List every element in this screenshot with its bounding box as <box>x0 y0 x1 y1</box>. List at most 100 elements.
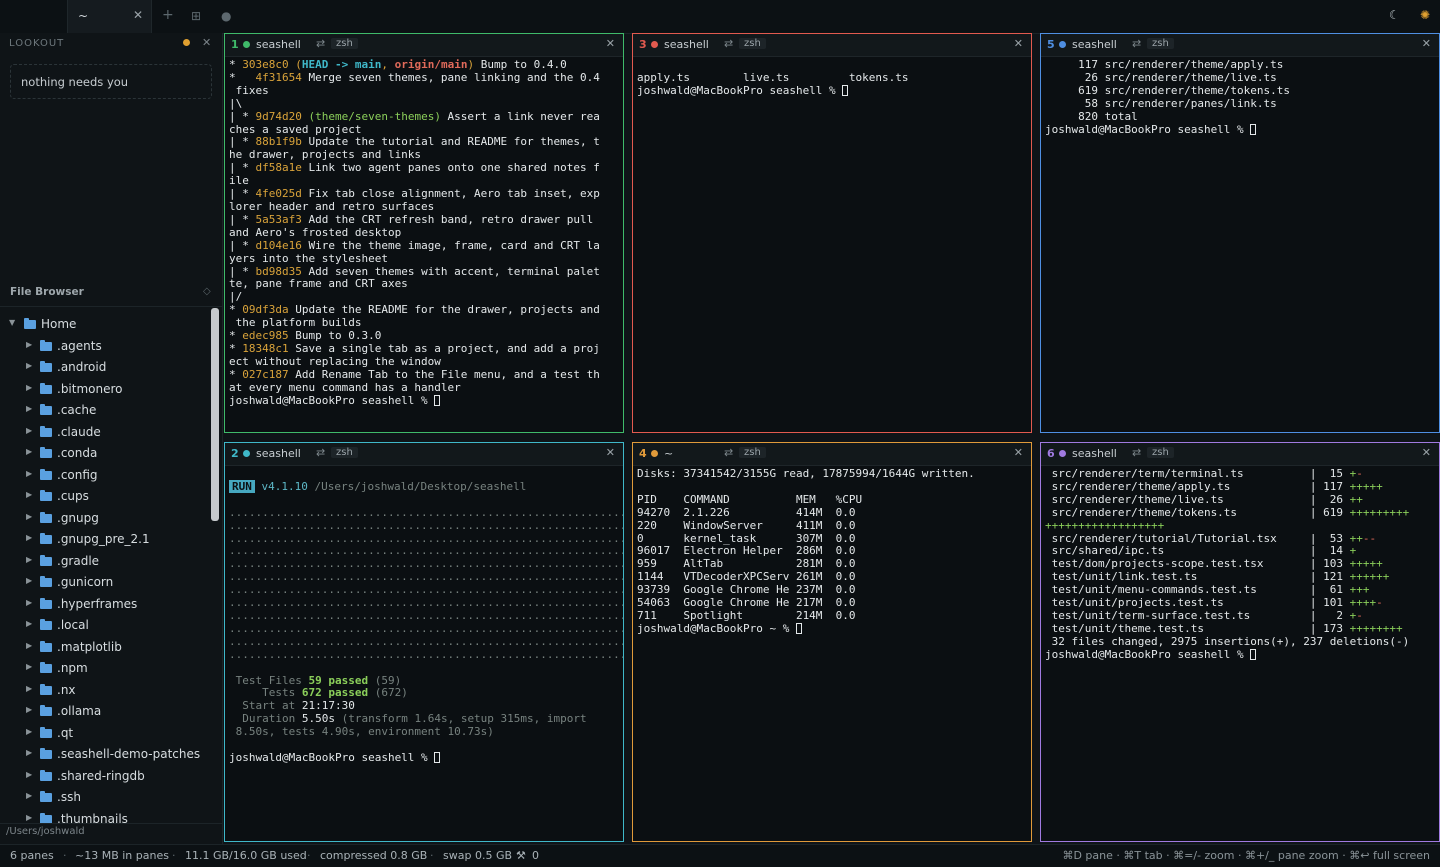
sun-icon[interactable]: ✺ <box>1420 8 1430 22</box>
chevron-right-icon[interactable]: ▶ <box>26 619 32 628</box>
commit-hash: 09df3da <box>242 303 289 317</box>
new-tab-icon[interactable]: + <box>162 7 174 23</box>
commit-hash: 303e8c0 <box>242 58 289 71</box>
terminal-output[interactable]: apply.ts live.ts tokens.ts joshwald@MacB… <box>637 71 1027 98</box>
terminal-output[interactable]: Disks: 37341542/3155G read, 17875994/164… <box>637 467 1027 636</box>
tree-item[interactable]: ▶ .nx <box>0 680 210 702</box>
chevron-right-icon[interactable]: ▶ <box>26 426 32 435</box>
terminal-pane-2[interactable]: 2 seashell ⇄ zsh ✕ RUN v4.1.10 /Users/jo… <box>224 442 624 842</box>
chevron-right-icon[interactable]: ▶ <box>26 727 32 736</box>
close-pane-icon[interactable]: ✕ <box>1014 37 1023 50</box>
terminal-output[interactable]: 117 src/renderer/theme/apply.ts 26 src/r… <box>1045 58 1435 136</box>
tree-item[interactable]: ▶ .gnupg_pre_2.1 <box>0 529 210 551</box>
diffstat-plus: +++++++++ <box>1349 505 1410 519</box>
chevron-right-icon[interactable]: ▶ <box>26 361 32 370</box>
terminal-output[interactable]: RUN v4.1.10 /Users/joshwald/Desktop/seas… <box>229 468 623 765</box>
tree-item[interactable]: ▶ .shared-ringdb <box>0 766 210 788</box>
terminal-pane-3[interactable]: 3 seashell ⇄ zsh ✕ apply.ts live.ts toke… <box>632 33 1032 433</box>
diffstat-plus: +++++ <box>1349 557 1383 571</box>
tree-item[interactable]: ▶ .config <box>0 465 210 487</box>
moon-icon[interactable]: ☾ <box>1389 8 1400 22</box>
tree-item-home[interactable]: ▼ Home <box>0 314 210 336</box>
close-pane-icon[interactable]: ✕ <box>606 446 615 459</box>
tree-item[interactable]: ▶ .agents <box>0 336 210 358</box>
chevron-right-icon[interactable]: ▶ <box>26 598 32 607</box>
chevron-right-icon[interactable]: ▶ <box>26 770 32 779</box>
terminal-pane-5[interactable]: 5 seashell ⇄ zsh ✕ 117 src/renderer/them… <box>1040 33 1440 433</box>
chevron-right-icon[interactable]: ▶ <box>26 813 32 822</box>
close-tab-icon[interactable]: ✕ <box>133 8 143 22</box>
progress-dots: ........................................… <box>229 570 624 584</box>
chevron-right-icon[interactable]: ▶ <box>26 533 32 542</box>
chevron-right-icon[interactable]: ▶ <box>26 576 32 585</box>
close-pane-icon[interactable]: ✕ <box>1422 37 1431 50</box>
tree-item[interactable]: ▶ .qt <box>0 723 210 745</box>
tree-item[interactable]: ▶ .conda <box>0 443 210 465</box>
swap-usage: swap 0.5 GB <box>443 849 513 862</box>
terminal-pane-6[interactable]: 6 seashell ⇄ zsh ✕ src/renderer/term/ter… <box>1040 442 1440 842</box>
test-extra: (59) <box>374 673 402 687</box>
diffstat-minus: -- <box>1362 531 1377 545</box>
close-lookout-icon[interactable]: ✕ <box>202 36 211 49</box>
grid-icon[interactable]: ⊞ <box>191 9 201 23</box>
swap-icon[interactable]: ⇄ <box>1132 446 1141 459</box>
terminal-pane-4[interactable]: 4 ~ ⇄ zsh ✕ Disks: 37341542/3155G read, … <box>632 442 1032 842</box>
diffstat-count: 121 <box>1316 570 1350 584</box>
chevron-right-icon[interactable]: ▶ <box>26 383 32 392</box>
tab-home[interactable]: ~ ✕ <box>67 0 152 33</box>
tree-item[interactable]: ▶ .hyperframes <box>0 594 210 616</box>
chevron-right-icon[interactable]: ▶ <box>26 748 32 757</box>
file-browser-options-icon[interactable]: ◇ <box>203 286 211 297</box>
swap-icon[interactable]: ⇄ <box>724 37 733 50</box>
tree-item[interactable]: ▶ .cups <box>0 486 210 508</box>
folder-icon <box>40 361 52 372</box>
chevron-right-icon[interactable]: ▶ <box>26 791 32 800</box>
scrollbar[interactable] <box>211 308 219 521</box>
tree-item[interactable]: ▶ .seashell-demo-patches <box>0 744 210 766</box>
close-pane-icon[interactable]: ✕ <box>1014 446 1023 459</box>
tree-item[interactable]: ▶ .gnupg <box>0 508 210 530</box>
terminal-pane-1[interactable]: 1 seashell ⇄ zsh ✕ * 303e8c0 (HEAD -> ma… <box>224 33 624 433</box>
test-label: Test Files <box>229 673 302 687</box>
chevron-right-icon[interactable]: ▶ <box>26 469 32 478</box>
tree-item[interactable]: ▶ .claude <box>0 422 210 444</box>
close-pane-icon[interactable]: ✕ <box>1422 446 1431 459</box>
test-label: Start at <box>229 699 296 713</box>
chevron-right-icon[interactable]: ▶ <box>26 340 32 349</box>
diffstat-count: 61 <box>1316 583 1350 597</box>
tree-item[interactable]: ▶ .local <box>0 615 210 637</box>
tree-item[interactable]: ▶ .gunicorn <box>0 572 210 594</box>
swap-icon[interactable]: ⇄ <box>724 446 733 459</box>
diffstat-file: test/dom/projects-scope.test.tsx <box>1045 557 1310 571</box>
tree-item[interactable]: ▶ .npm <box>0 658 210 680</box>
tree-item[interactable]: ▶ .matplotlib <box>0 637 210 659</box>
pane-title: seashell <box>1072 38 1117 51</box>
terminal-output[interactable]: src/renderer/term/terminal.ts | 15 +- sr… <box>1045 467 1435 662</box>
commit-message: Save a single tab as a project, and add … <box>288 341 600 355</box>
chevron-right-icon[interactable]: ▶ <box>26 512 32 521</box>
chevron-right-icon[interactable]: ▶ <box>26 705 32 714</box>
swap-icon[interactable]: ⇄ <box>1132 37 1141 50</box>
tree-item[interactable]: ▶ .ssh <box>0 787 210 809</box>
record-icon[interactable]: ● <box>221 9 231 23</box>
tree-item[interactable]: ▶ .ollama <box>0 701 210 723</box>
pane-header: 5 seashell ⇄ zsh ✕ <box>1041 34 1439 57</box>
chevron-right-icon[interactable]: ▶ <box>26 490 32 499</box>
terminal-output[interactable]: * 303e8c0 (HEAD -> main, origin/main) Bu… <box>229 58 619 407</box>
chevron-right-icon[interactable]: ▶ <box>26 447 32 456</box>
chevron-right-icon[interactable]: ▶ <box>26 662 32 671</box>
tree-item[interactable]: ▶ .bitmonero <box>0 379 210 401</box>
swap-icon[interactable]: ⇄ <box>316 446 325 459</box>
folder-icon <box>40 769 52 781</box>
tree-item[interactable]: ▶ .android <box>0 357 210 379</box>
chevron-right-icon[interactable]: ▶ <box>26 404 32 413</box>
swap-icon[interactable]: ⇄ <box>316 37 325 50</box>
tree-item[interactable]: ▶ .cache <box>0 400 210 422</box>
chevron-right-icon[interactable]: ▶ <box>26 641 32 650</box>
chevron-right-icon[interactable]: ▶ <box>26 555 32 564</box>
close-pane-icon[interactable]: ✕ <box>606 37 615 50</box>
chevron-right-icon[interactable]: ▶ <box>26 684 32 693</box>
process-row: 0 kernel_task 307M 0.0 <box>637 531 856 545</box>
tree-item[interactable]: ▶ .gradle <box>0 551 210 573</box>
chevron-down-icon[interactable]: ▼ <box>9 318 15 327</box>
